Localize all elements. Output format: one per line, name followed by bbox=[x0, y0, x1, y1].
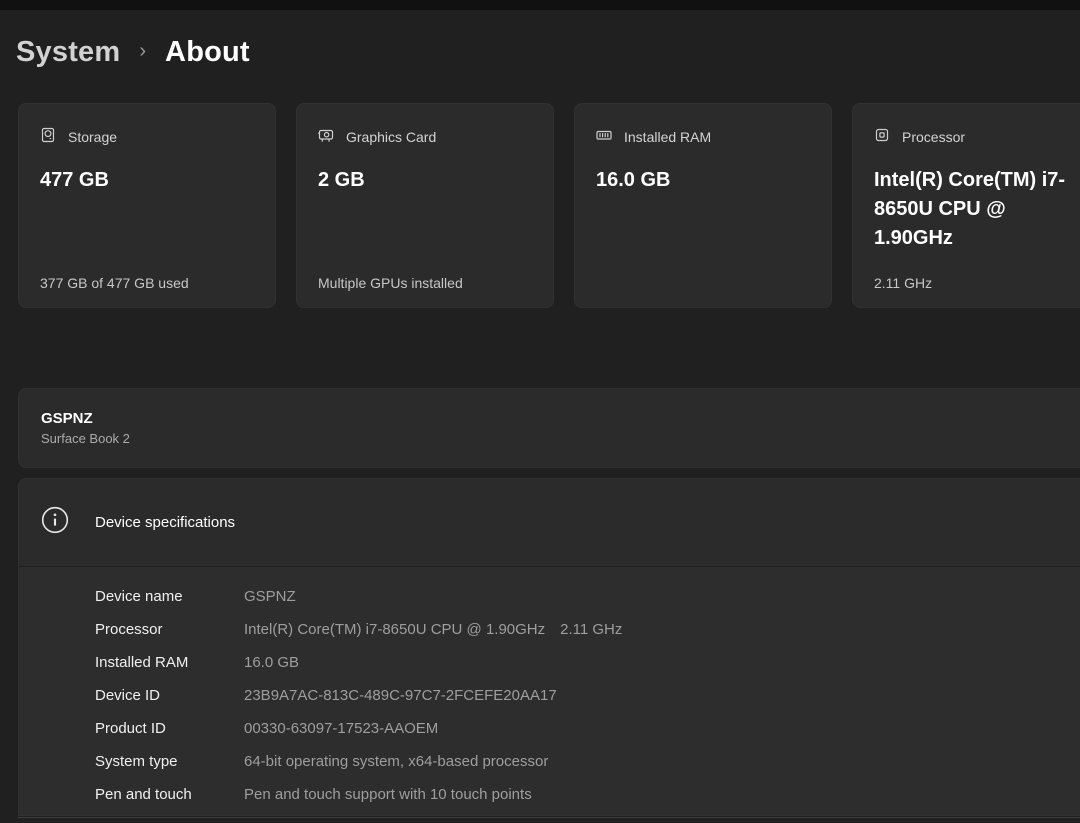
spec-value: Pen and touch support with 10 touch poin… bbox=[244, 786, 532, 803]
ram-module-icon bbox=[596, 127, 612, 146]
graphics-card-label: Graphics Card bbox=[346, 129, 436, 145]
spec-row-processor: Processor Intel(R) Core(TM) i7-8650U CPU… bbox=[95, 613, 1080, 646]
spec-value: 16.0 GB bbox=[244, 654, 299, 671]
spec-value: 64-bit operating system, x64-based proce… bbox=[244, 753, 548, 770]
spec-row-device-name: Device name GSPNZ bbox=[95, 580, 1080, 613]
device-banner: GSPNZ Surface Book 2 bbox=[18, 388, 1080, 468]
processor-card-label: Processor bbox=[902, 129, 965, 145]
next-section-edge bbox=[18, 817, 1080, 818]
info-icon bbox=[41, 506, 69, 539]
device-model: Surface Book 2 bbox=[41, 431, 1080, 446]
graphics-card-footer: Multiple GPUs installed bbox=[318, 275, 463, 291]
spec-value: GSPNZ bbox=[244, 588, 296, 605]
installed-ram-card-label: Installed RAM bbox=[624, 129, 711, 145]
spec-label: Installed RAM bbox=[95, 654, 244, 671]
device-specifications-expander[interactable]: Device specifications bbox=[19, 479, 1080, 567]
spec-label: Pen and touch bbox=[95, 786, 244, 803]
graphics-card: Graphics Card 2 GB Multiple GPUs install… bbox=[296, 103, 554, 308]
graphics-card-value: 2 GB bbox=[318, 166, 532, 195]
spec-value: 23B9A7AC-813C-489C-97C7-2FCEFE20AA17 bbox=[244, 687, 557, 704]
breadcrumb-system-link[interactable]: System bbox=[16, 36, 120, 69]
storage-card-footer: 377 GB of 477 GB used bbox=[40, 275, 189, 291]
spec-label: Product ID bbox=[95, 720, 244, 737]
spec-label: Device name bbox=[95, 588, 244, 605]
chevron-right-icon: › bbox=[139, 40, 146, 63]
window-top-edge bbox=[0, 0, 1080, 10]
processor-card: Processor Intel(R) Core(TM) i7-8650U CPU… bbox=[852, 103, 1080, 308]
device-specifications-panel: Device specifications Device name GSPNZ … bbox=[18, 478, 1080, 816]
spec-value: Intel(R) Core(TM) i7-8650U CPU @ 1.90GHz bbox=[244, 621, 545, 638]
storage-card-value: 477 GB bbox=[40, 166, 254, 195]
storage-card-label: Storage bbox=[68, 129, 117, 145]
graphics-card-icon bbox=[318, 127, 334, 146]
device-specifications-title: Device specifications bbox=[95, 514, 235, 531]
storage-card: Storage 477 GB 377 GB of 477 GB used bbox=[18, 103, 276, 308]
spec-value-extra: 2.11 GHz bbox=[560, 621, 622, 638]
breadcrumb: System › About bbox=[16, 36, 250, 69]
spec-value: 00330-63097-17523-AAOEM bbox=[244, 720, 438, 737]
spec-row-product-id: Product ID 00330-63097-17523-AAOEM bbox=[95, 712, 1080, 745]
spec-row-device-id: Device ID 23B9A7AC-813C-489C-97C7-2FCEFE… bbox=[95, 679, 1080, 712]
device-specifications-list: Device name GSPNZ Processor Intel(R) Cor… bbox=[19, 567, 1080, 811]
storage-drive-icon bbox=[40, 127, 56, 146]
spec-row-installed-ram: Installed RAM 16.0 GB bbox=[95, 646, 1080, 679]
spec-label: System type bbox=[95, 753, 244, 770]
summary-cards: Storage 477 GB 377 GB of 477 GB used Gra… bbox=[18, 103, 1080, 308]
spec-label: Processor bbox=[95, 621, 244, 638]
processor-card-footer: 2.11 GHz bbox=[874, 275, 932, 291]
spec-row-system-type: System type 64-bit operating system, x64… bbox=[95, 745, 1080, 778]
spec-row-pen-and-touch: Pen and touch Pen and touch support with… bbox=[95, 778, 1080, 811]
spec-label: Device ID bbox=[95, 687, 244, 704]
installed-ram-card-value: 16.0 GB bbox=[596, 166, 810, 195]
device-name: GSPNZ bbox=[41, 410, 1080, 427]
installed-ram-card: Installed RAM 16.0 GB bbox=[574, 103, 832, 308]
cpu-chip-icon bbox=[874, 127, 890, 146]
page-title: About bbox=[165, 36, 250, 69]
processor-card-value: Intel(R) Core(TM) i7-8650U CPU @ 1.90GHz bbox=[874, 166, 1080, 253]
